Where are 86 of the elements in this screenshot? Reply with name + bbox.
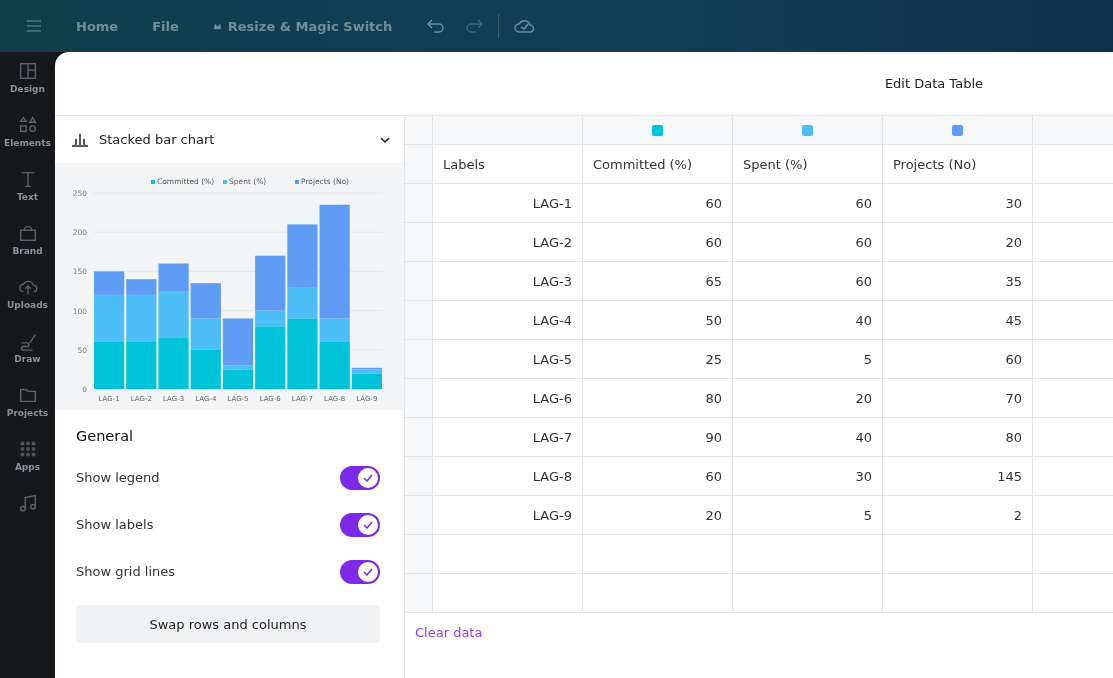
table-cell[interactable]: LAG-5	[433, 340, 583, 379]
setting-label: Show legend	[76, 470, 160, 485]
table-cell[interactable]: LAG-9	[433, 496, 583, 535]
column-header[interactable]: Labels	[433, 145, 583, 184]
table-cell[interactable]: 35	[883, 262, 1033, 301]
table-cell[interactable]: 60	[733, 184, 883, 223]
check-icon	[363, 567, 373, 576]
table-cell[interactable]: 80	[883, 418, 1033, 457]
section-title: General	[76, 428, 135, 444]
table-cell[interactable]: LAG-1	[433, 184, 583, 223]
series-color-swatch[interactable]	[952, 124, 963, 136]
row-handle-cell[interactable]	[405, 145, 433, 184]
column-header[interactable]: Projects (No)	[883, 145, 1033, 184]
table-cell[interactable]: 20	[583, 496, 733, 535]
table-cell[interactable]: 45	[883, 301, 1033, 340]
setting-label: Show grid lines	[76, 564, 176, 579]
column-header[interactable]: Spent (%)	[733, 145, 883, 184]
table-cell[interactable]: 40	[733, 418, 883, 457]
table-cell[interactable]: 60	[583, 223, 733, 262]
chevron-down-icon	[380, 136, 390, 143]
table-cell[interactable]: 5	[733, 340, 883, 379]
toggle-switch[interactable]	[340, 512, 380, 537]
row-handle-cell[interactable]	[405, 418, 433, 457]
table-cell[interactable]: LAG-7	[433, 418, 583, 457]
table-cell[interactable]: 5	[733, 496, 883, 535]
row-handle-cell[interactable]	[405, 301, 433, 340]
sidebar-label[interactable]: Uploads	[7, 300, 48, 310]
menu-icon[interactable]	[26, 19, 42, 33]
row-handle-cell[interactable]	[405, 379, 433, 418]
sidebar-label[interactable]: Brand	[12, 246, 43, 256]
bar-segment	[190, 283, 221, 319]
toggle-switch[interactable]	[340, 465, 380, 490]
table-cell[interactable]: 2	[883, 496, 1033, 535]
table-cell[interactable]: 60	[733, 223, 883, 262]
table-cell[interactable]: LAG-6	[433, 379, 583, 418]
table-cell[interactable]: LAG-4	[433, 301, 583, 340]
sidebar-label[interactable]: Text	[16, 192, 39, 202]
table-cell[interactable]: 25	[583, 340, 733, 379]
column-header[interactable]: Committed (%)	[583, 145, 733, 184]
table-cell[interactable]: LAG-3	[433, 262, 583, 301]
table-cell[interactable]: 80	[583, 379, 733, 418]
row-handle-cell[interactable]	[405, 535, 433, 574]
redo-icon[interactable]	[464, 18, 485, 34]
undo-icon[interactable]	[426, 18, 447, 34]
table-cell[interactable]: 60	[583, 457, 733, 496]
table-cell[interactable]: 60	[883, 340, 1033, 379]
table-cell[interactable]: 30	[883, 184, 1033, 223]
sidebar-label[interactable]: Draw	[14, 354, 41, 364]
series-color-swatch[interactable]	[802, 124, 813, 136]
setting-label: Show labels	[76, 517, 154, 532]
toggle-switch[interactable]	[340, 559, 380, 584]
row-handle-cell[interactable]	[405, 457, 433, 496]
row-handle-cell[interactable]	[405, 223, 433, 262]
table-cell[interactable]: LAG-8	[433, 457, 583, 496]
sidebar-label[interactable]: Apps	[14, 462, 41, 472]
check-icon	[363, 520, 373, 529]
table-cell[interactable]: LAG-2	[433, 223, 583, 262]
clear-data-link[interactable]: Clear data	[405, 613, 1113, 652]
sidebar-label[interactable]: Elements	[4, 138, 51, 148]
sidebar-label[interactable]: Projects	[6, 408, 49, 418]
table-cell[interactable]: 50	[583, 301, 733, 340]
bar-chart-icon	[71, 132, 89, 147]
cloud-check-icon[interactable]	[513, 17, 536, 35]
table-cell[interactable]: 90	[583, 418, 733, 457]
row-handle-cell[interactable]	[405, 496, 433, 535]
series-color-swatch[interactable]	[652, 124, 663, 136]
bar-segment	[94, 341, 125, 389]
table-cell[interactable]: 60	[733, 262, 883, 301]
crown-icon	[212, 21, 222, 31]
table-cell[interactable]: 30	[733, 457, 883, 496]
table-cell[interactable]: 20	[733, 379, 883, 418]
table-cell[interactable]: 145	[883, 457, 1033, 496]
table-cell[interactable]: 60	[583, 184, 733, 223]
table-cell[interactable]: 20	[883, 223, 1033, 262]
row-handle-cell[interactable]	[405, 574, 433, 613]
row-handle-cell[interactable]	[405, 262, 433, 301]
swap-button[interactable]: Swap rows and columns	[76, 605, 380, 643]
row-handle-cell[interactable]	[405, 340, 433, 379]
check-icon	[363, 473, 373, 482]
table-cell[interactable]: 70	[883, 379, 1033, 418]
dialog-title: Edit Data Table	[884, 76, 983, 91]
bar-segment	[126, 341, 157, 389]
table-cell[interactable]: 65	[583, 262, 733, 301]
table-cell[interactable]: 40	[733, 301, 883, 340]
row-handle-cell[interactable]	[405, 184, 433, 223]
sidebar-label[interactable]: Design	[10, 84, 45, 94]
